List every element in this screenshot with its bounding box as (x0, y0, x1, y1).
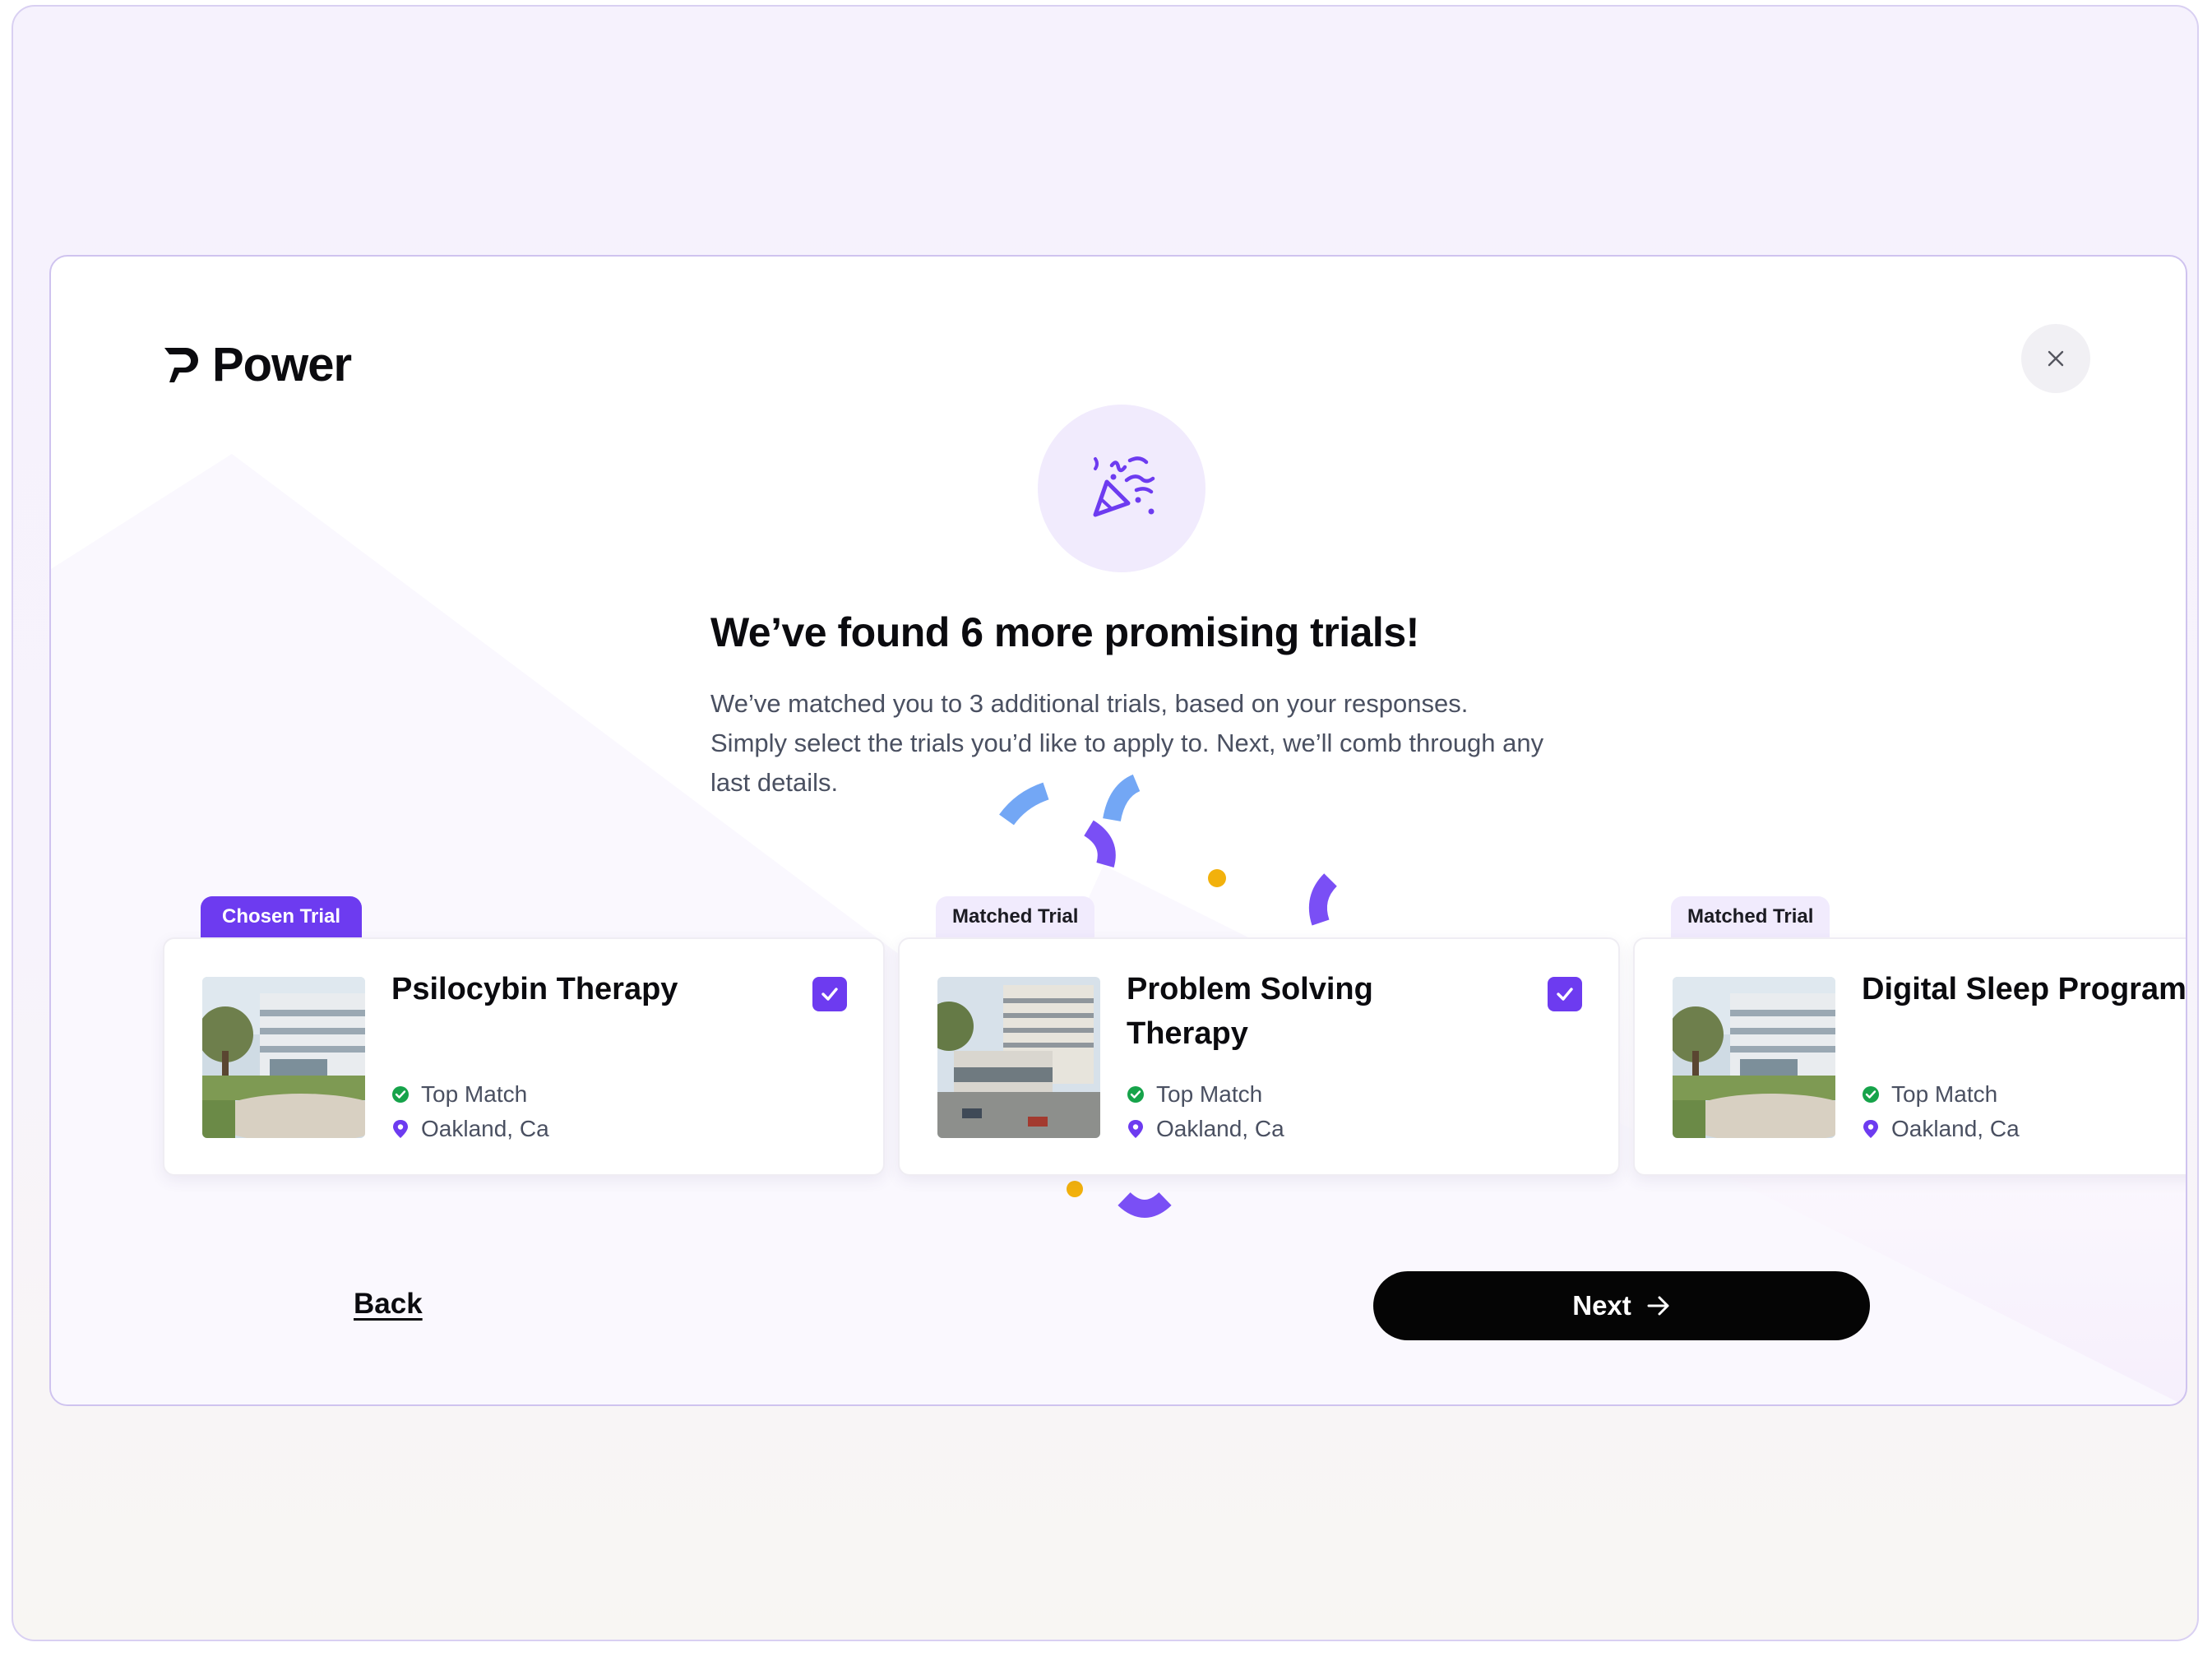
matched-trial-tag: Matched Trial (936, 896, 1095, 937)
location-pin-icon (1863, 1120, 1878, 1138)
check-badge-icon (1127, 1086, 1144, 1103)
hero-icon-circle (1038, 405, 1205, 572)
trial-meta: Top Match Oakland, Ca (1862, 1077, 2020, 1146)
trial-card-wrapper: Chosen Trial Psilocybin Therapy Top Matc… (163, 896, 885, 1176)
checkmark-icon (1557, 988, 1573, 1001)
page-subtitle: We’ve matched you to 3 additional trials… (710, 689, 1544, 797)
next-button[interactable]: Next (1373, 1271, 1870, 1340)
trial-title: Problem Solving Therapy (1127, 972, 1373, 1051)
match-label: Top Match (421, 1081, 528, 1107)
chosen-trial-tag: Chosen Trial (201, 896, 363, 937)
trial-match-modal: Power We’ve found 6 more promising trial… (49, 255, 2187, 1406)
trial-select-checkbox[interactable] (812, 977, 847, 1011)
brand-name: Power (212, 338, 352, 391)
page-title: We’ve found 6 more promising trials! (710, 609, 1419, 655)
checkmark-icon (821, 988, 838, 1001)
location-row: Oakland, Ca (391, 1112, 549, 1146)
location-label: Oakland, Ca (1891, 1116, 2020, 1141)
close-button[interactable] (2021, 324, 2090, 393)
location-row: Oakland, Ca (1127, 1112, 1284, 1146)
trial-image (202, 977, 365, 1138)
trial-image (937, 977, 1100, 1138)
brand-logo[interactable]: Power (163, 337, 352, 392)
trial-title: Psilocybin Therapy (391, 972, 678, 1006)
power-logo-icon (164, 347, 198, 382)
location-pin-icon (393, 1120, 408, 1138)
top-match-row: Top Match (391, 1077, 549, 1112)
party-popper-icon (1093, 456, 1155, 517)
trial-title: Digital Sleep Programs (1862, 972, 2187, 1006)
trial-image (1673, 977, 1835, 1138)
top-match-row: Top Match (1127, 1077, 1284, 1112)
location-pin-icon (1128, 1120, 1143, 1138)
trial-card-problem-solving[interactable]: Problem Solving Therapy Top Match Oaklan… (898, 937, 1620, 1176)
trial-meta: Top Match Oakland, Ca (1127, 1077, 1284, 1146)
arrow-right-icon (1647, 1296, 1669, 1316)
trial-card-wrapper: Matched Trial (1633, 896, 2187, 1176)
match-label: Top Match (1891, 1081, 1998, 1107)
trial-meta: Top Match Oakland, Ca (391, 1077, 549, 1146)
back-button[interactable]: Back (354, 1288, 423, 1321)
next-button-label: Next (1572, 1290, 1631, 1321)
trial-card-psilocybin[interactable]: Psilocybin Therapy Top Match Oakland, Ca (163, 937, 885, 1176)
match-label: Top Match (1156, 1081, 1263, 1107)
location-label: Oakland, Ca (421, 1116, 549, 1141)
matched-trial-tag: Matched Trial (1671, 896, 1830, 937)
trial-card-digital-sleep[interactable]: Digital Sleep Programs Top Match Oakland… (1633, 937, 2187, 1176)
trial-select-checkbox[interactable] (1548, 977, 1582, 1011)
check-badge-icon (1863, 1086, 1879, 1103)
location-label: Oakland, Ca (1156, 1116, 1284, 1141)
trial-card-wrapper: Matched Trial (898, 896, 1620, 1176)
location-row: Oakland, Ca (1862, 1112, 2020, 1146)
check-badge-icon (392, 1086, 409, 1103)
top-match-row: Top Match (1862, 1077, 2020, 1112)
page-background: Power We’ve found 6 more promising trial… (12, 5, 2199, 1641)
close-icon (2048, 350, 2064, 367)
